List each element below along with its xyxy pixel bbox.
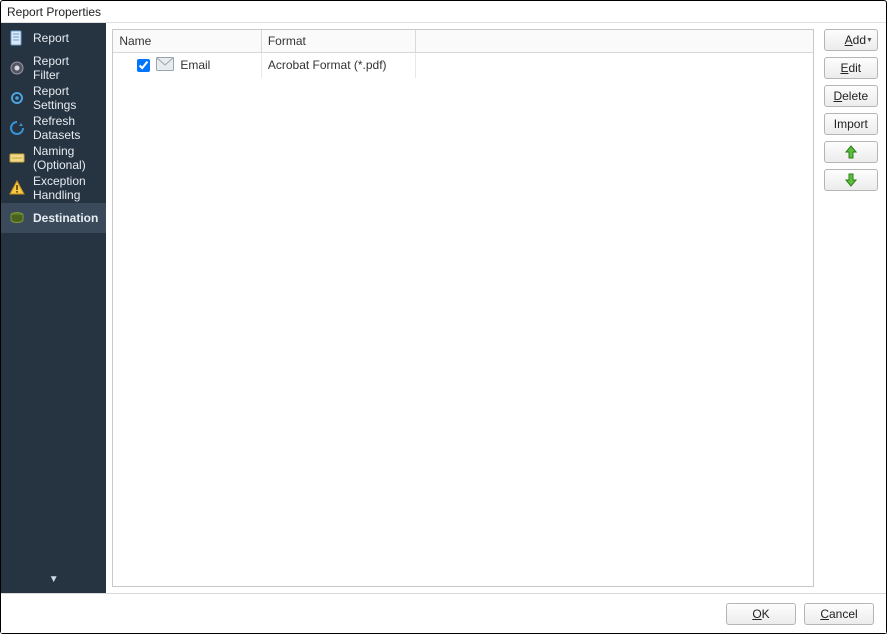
row-checkbox[interactable] [137, 59, 150, 72]
report-icon [9, 30, 25, 46]
table-row[interactable]: Email Acrobat Format (*.pdf) [113, 53, 812, 78]
column-header-name[interactable]: Name [113, 30, 261, 52]
add-button[interactable]: Add ▼ [824, 29, 878, 51]
sidebar-item-label: Exception Handling [33, 174, 98, 202]
sidebar-item-label: Report [33, 31, 69, 45]
sidebar-item-naming[interactable]: Naming (Optional) [1, 143, 106, 173]
cancel-button[interactable]: Cancel [804, 603, 874, 625]
destination-icon [9, 210, 25, 226]
sidebar-item-destination[interactable]: Destination [1, 203, 106, 233]
sidebar-item-label: Naming (Optional) [33, 144, 98, 172]
cell-format: Acrobat Format (*.pdf) [261, 53, 415, 78]
warning-icon [9, 180, 25, 196]
import-label: Import [834, 117, 868, 131]
report-properties-window: Report Properties Report [0, 0, 887, 634]
sidebar-item-label: Refresh Datasets [33, 114, 98, 142]
sidebar-item-label: Report Filter [33, 54, 98, 82]
add-label-u: A [845, 33, 853, 47]
action-panel: Add ▼ Edit Delete Import [824, 29, 878, 587]
move-up-button[interactable] [824, 141, 878, 163]
sidebar-item-label: Report Settings [33, 84, 98, 112]
refresh-icon [9, 120, 25, 136]
sidebar-item-refresh-datasets[interactable]: Refresh Datasets [1, 113, 106, 143]
destination-table: Name Format [112, 29, 813, 587]
window-title: Report Properties [7, 5, 101, 19]
ok-button[interactable]: OK [726, 603, 796, 625]
sidebar-item-report-settings[interactable]: Report Settings [1, 83, 106, 113]
cell-empty [415, 53, 812, 78]
sidebar: Report Report Filter [1, 23, 106, 593]
dropdown-caret-icon: ▼ [866, 37, 873, 44]
add-label-rest: dd [853, 33, 866, 47]
up-arrow-icon [845, 145, 857, 159]
titlebar: Report Properties [1, 1, 886, 23]
sidebar-item-exception-handling[interactable]: Exception Handling [1, 173, 106, 203]
down-arrow-icon [845, 173, 857, 187]
row-name-label: Email [180, 58, 210, 72]
sidebar-item-label: Destination [33, 211, 98, 225]
column-header-format[interactable]: Format [261, 30, 415, 52]
filter-icon [9, 60, 25, 76]
sidebar-scroll-down[interactable]: ▼ [1, 574, 106, 593]
edit-button[interactable]: Edit [824, 57, 878, 79]
cell-name: Email [113, 53, 261, 78]
delete-button[interactable]: Delete [824, 85, 878, 107]
main-content: Name Format [106, 23, 886, 593]
email-icon [156, 57, 174, 74]
column-header-empty[interactable] [415, 30, 812, 52]
delete-label-rest: elete [842, 89, 868, 103]
dialog-footer: OK Cancel [1, 593, 886, 633]
move-down-button[interactable] [824, 169, 878, 191]
naming-icon [9, 150, 25, 166]
sidebar-item-report[interactable]: Report [1, 23, 106, 53]
settings-icon [9, 90, 25, 106]
sidebar-item-report-filter[interactable]: Report Filter [1, 53, 106, 83]
import-button[interactable]: Import [824, 113, 878, 135]
edit-label-rest: dit [848, 61, 861, 75]
